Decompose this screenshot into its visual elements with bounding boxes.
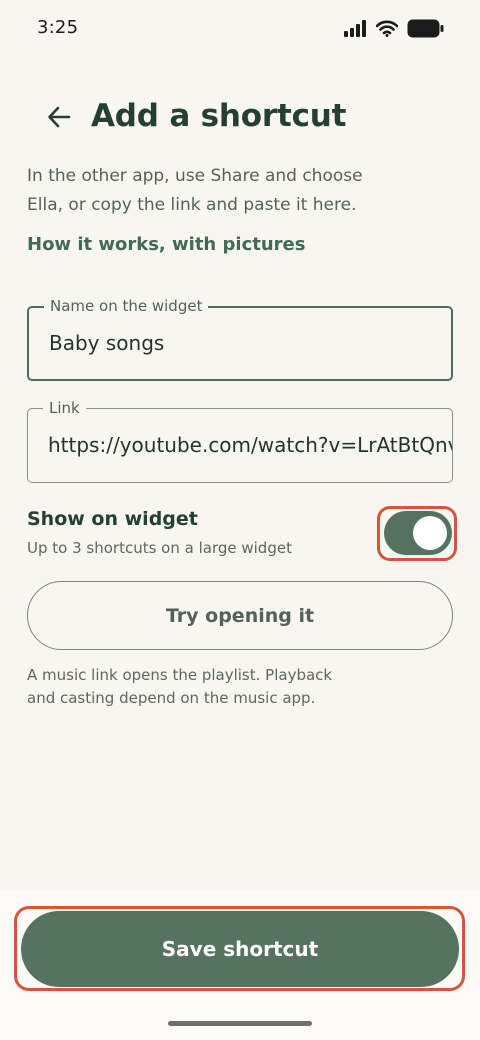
battery-icon <box>407 19 444 38</box>
show-on-widget-title: Show on widget <box>27 508 198 530</box>
back-arrow-icon <box>48 106 71 128</box>
intro-text: In the other app, use Share and choose E… <box>27 162 407 220</box>
status-time: 3:25 <box>37 17 79 38</box>
note-line: A music link opens the playlist. Playbac… <box>27 666 333 684</box>
signal-icon <box>344 20 366 37</box>
toggle-knob <box>413 516 447 550</box>
intro-line: In the other app, use Share and choose <box>27 166 363 186</box>
wifi-icon <box>376 20 398 37</box>
widget-name-label: Name on the widget <box>44 296 209 316</box>
status-icons <box>344 19 444 38</box>
help-link[interactable]: How it works, with pictures <box>27 234 305 255</box>
home-indicator[interactable] <box>168 1021 312 1026</box>
header: Add a shortcut <box>0 92 480 142</box>
try-opening-button[interactable]: Try opening it <box>27 581 453 650</box>
page-title: Add a shortcut <box>91 98 347 134</box>
link-field[interactable]: Link https://youtube.com/watch?v=LrAtBtQ… <box>27 398 453 483</box>
widget-name-field[interactable]: Name on the widget Baby songs <box>27 296 453 381</box>
widget-name-value[interactable]: Baby songs <box>49 331 451 355</box>
show-on-widget-toggle[interactable] <box>384 511 452 555</box>
show-on-widget-subtitle: Up to 3 shortcuts on a large widget <box>27 539 292 557</box>
save-shortcut-button[interactable]: Save shortcut <box>21 911 459 987</box>
link-label: Link <box>43 398 86 418</box>
intro-line: Ella, or copy the link and paste it here… <box>27 195 357 215</box>
link-value[interactable]: https://youtube.com/watch?v=LrAtBtQnv <box>48 433 452 457</box>
back-button[interactable] <box>36 94 82 140</box>
note-line: and casting depend on the music app. <box>27 689 316 707</box>
music-note: A music link opens the playlist. Playbac… <box>27 664 357 710</box>
status-bar: 3:25 <box>0 0 480 58</box>
